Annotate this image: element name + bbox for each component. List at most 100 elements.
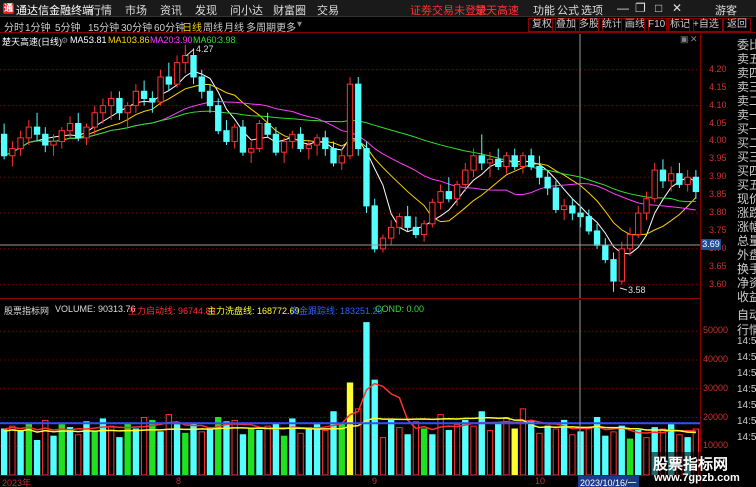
menu-item-caifuquan[interactable]: 财富圈 [273, 2, 306, 18]
menu-item-wenxiaoda[interactable]: 问小达 [230, 2, 263, 18]
candle-body [99, 105, 107, 114]
period-more[interactable]: 更多 [276, 19, 296, 34]
menu-item-faxian[interactable]: 发现 [195, 2, 217, 18]
candle-body [264, 123, 271, 135]
volume-bar [157, 431, 164, 475]
candle-body [355, 83, 362, 150]
volume-chart[interactable] [0, 300, 700, 475]
candle-body [190, 54, 197, 78]
candle-body [165, 76, 173, 85]
candle-body [560, 205, 568, 210]
main-wash-line: 主力洗盘线: 168772.69 [207, 306, 300, 316]
price-tick: 3.90 [709, 171, 727, 182]
alert-stock[interactable]: 楚天高速 [475, 2, 519, 18]
window-menu-gongshi[interactable]: 公式 [557, 2, 579, 18]
candle-body [692, 176, 700, 193]
restore-icon[interactable]: ❐ [635, 1, 646, 15]
volume-bar [610, 431, 617, 475]
candle-body [602, 244, 609, 261]
chart-settings-icon[interactable]: ▣ [680, 34, 689, 45]
settings-icon[interactable]: ⚙ [61, 36, 68, 45]
candle-body [437, 191, 444, 203]
menu-item-shichang[interactable]: 市场 [125, 2, 147, 18]
volume-bar [330, 411, 337, 475]
watermark: 股票指标网 www.7gpzb.com [650, 452, 756, 487]
quote-field-label: 收益 [737, 290, 756, 304]
volume-bar [116, 437, 123, 475]
volume-bar [404, 434, 411, 475]
candle-body [528, 155, 535, 168]
candle-body [124, 105, 131, 114]
menu-item-zixun[interactable]: 资讯 [160, 2, 182, 18]
candle-body [91, 112, 98, 128]
price-tick: 4.15 [709, 81, 727, 92]
candle-body [173, 62, 181, 85]
candle-body [552, 187, 560, 210]
candle-body [280, 140, 288, 153]
ma5-label: MA5: [70, 35, 92, 45]
volume-bar [223, 421, 230, 475]
period-1min[interactable]: 1分钟 [25, 19, 51, 34]
period-5min[interactable]: 5分钟 [55, 19, 81, 34]
window-menu-gongneng[interactable]: 功能 [533, 2, 555, 18]
main-start-line: 主力启动线: 96744.83 [128, 306, 216, 316]
volume-bar [445, 429, 453, 475]
volume-indicator-title[interactable]: 股票指标网 [4, 304, 49, 317]
volume-bar [83, 421, 90, 475]
menu-item-hangqing[interactable]: 行情 [90, 2, 112, 18]
period-daily[interactable]: 日线 [182, 19, 202, 34]
volume-bar [108, 425, 115, 475]
volume-bar [9, 425, 16, 475]
candle-body [593, 230, 601, 246]
guest-label[interactable]: 游客 [715, 2, 737, 18]
volume-bar [313, 424, 321, 475]
volume-bar [297, 432, 304, 475]
watermark-title: 股票指标网 [653, 456, 729, 473]
period-fenshi[interactable]: 分时 [4, 19, 24, 34]
tick-time: 14:50 [737, 416, 756, 427]
candle-body [116, 97, 123, 114]
volume-bar [66, 427, 74, 475]
candle-body [330, 148, 337, 164]
candle-body [223, 130, 230, 142]
window-menu-xuanxiang[interactable]: 选项 [581, 2, 603, 18]
volume-bar [511, 428, 518, 475]
candle-body [371, 205, 378, 250]
period-weekly[interactable]: 周线 [203, 19, 223, 34]
period-60min[interactable]: 60分钟 [154, 19, 185, 34]
candle-body [470, 155, 477, 171]
volume-tick: 50000 [703, 325, 729, 336]
candle-body [577, 212, 584, 218]
period-monthly[interactable]: 月线 [224, 19, 244, 34]
candle-body [626, 234, 634, 250]
more-chevron-icon[interactable]: ▾ [297, 19, 302, 30]
volume-bar [346, 382, 354, 475]
volume-bar [560, 419, 568, 475]
stock-name[interactable]: 楚天高速(日线) [2, 35, 62, 48]
right-panel: 4.20 4.15 4.10 4.05 4.00 3.95 3.90 3.85 3.80 3.75… [700, 34, 756, 487]
chart-close-icon[interactable]: ✕ [690, 34, 698, 45]
add-watchlist-button[interactable]: +自选 [689, 18, 723, 32]
ma5-value: 3.81 [89, 35, 107, 45]
high-marker-arrow [185, 48, 195, 57]
minimize-icon[interactable]: — [617, 1, 629, 15]
volume-bar [486, 429, 494, 475]
back-button[interactable]: 返回 [723, 18, 751, 32]
candle-body [297, 133, 304, 150]
close-icon[interactable]: ✕ [672, 1, 682, 15]
candle-body [58, 130, 65, 142]
maximize-icon[interactable]: □ [655, 1, 662, 15]
period-multi[interactable]: 多周期 [246, 19, 276, 34]
candle-body [239, 126, 247, 153]
period-15min[interactable]: 15分钟 [88, 19, 119, 34]
ma10-label: MA10: [108, 35, 135, 45]
price-chart[interactable]: 4.27 3.58 [0, 34, 700, 299]
candle-body [536, 166, 543, 178]
period-30min[interactable]: 30分钟 [121, 19, 152, 34]
candle-body [404, 216, 411, 228]
volume-bar [58, 424, 65, 475]
volume-bar [256, 429, 263, 475]
candle-body [157, 76, 164, 103]
menu-item-jiaoyi[interactable]: 交易 [317, 2, 339, 18]
volume-bar [478, 411, 485, 475]
